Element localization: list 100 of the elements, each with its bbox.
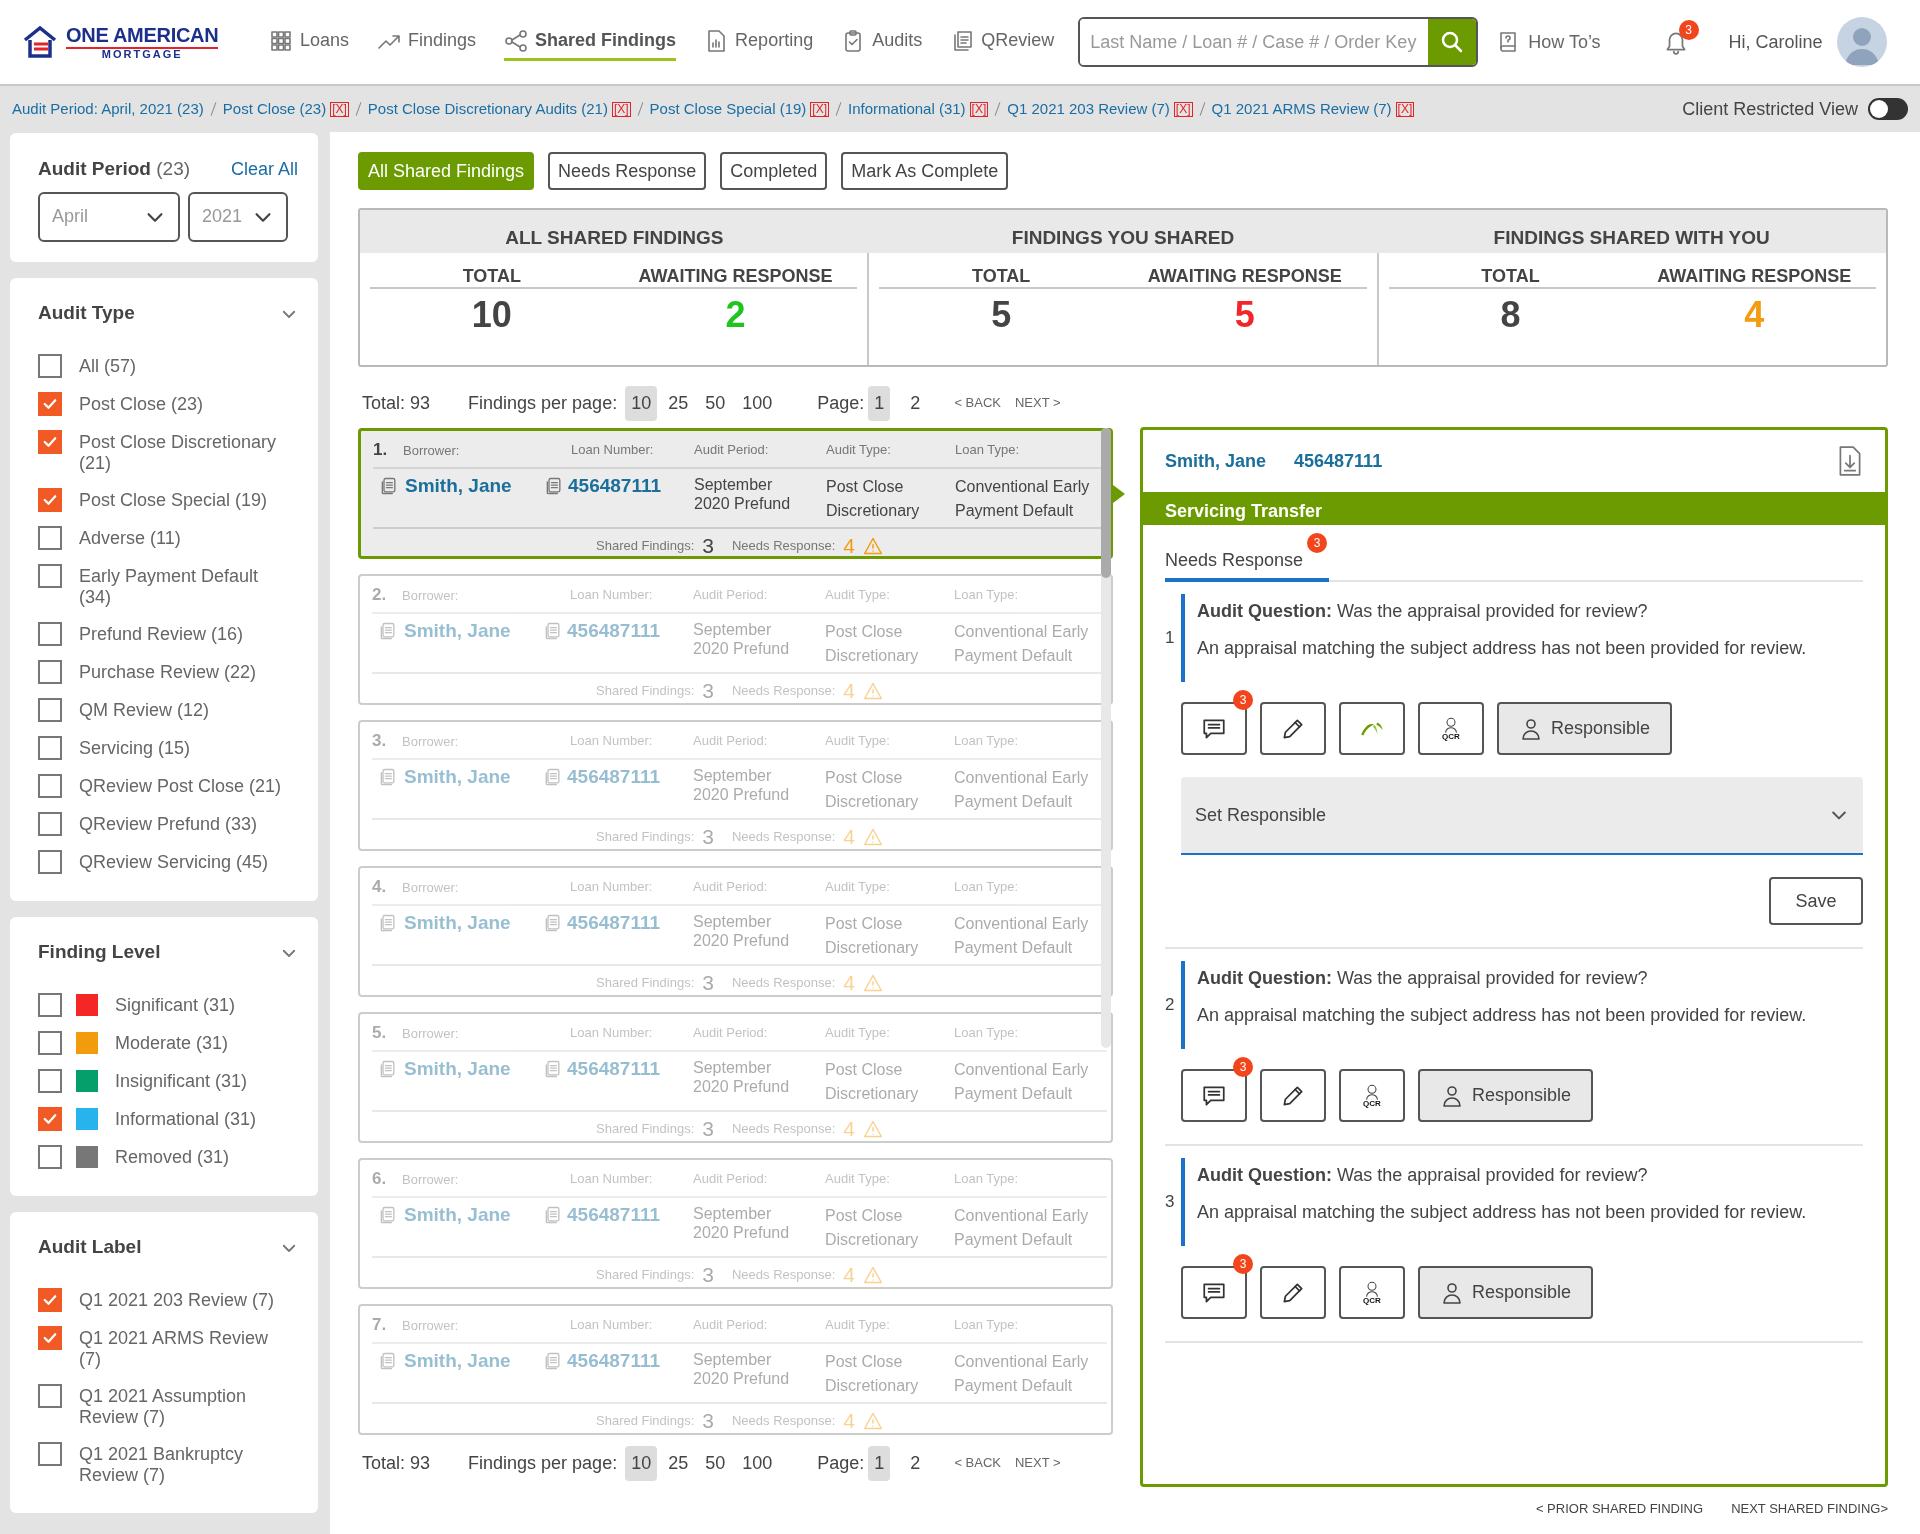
download-icon[interactable] [1837,445,1863,477]
borrower-link[interactable]: Smith, Jane [405,474,512,497]
checkbox[interactable] [38,429,62,454]
page-link[interactable]: 2 [904,1445,927,1481]
checkbox[interactable] [38,1030,62,1055]
checkbox[interactable] [38,621,62,646]
back-link[interactable]: < BACK [954,393,1001,413]
clear-all-link[interactable]: Clear All [230,155,298,183]
remove-filter-link[interactable]: [X] [810,101,830,117]
page-size-option[interactable]: 10 [625,1445,658,1481]
responsible-dropdown[interactable]: Set Responsible [1181,777,1863,855]
remove-filter-link[interactable]: [X] [330,101,349,117]
next-link[interactable]: NEXT SHARED FINDING> [1731,1499,1888,1519]
breadcrumb-link[interactable]: Audit Period: April, 2021 (23) [12,97,204,121]
prior-link[interactable]: < PRIOR SHARED FINDING [1535,1499,1704,1519]
checkbox[interactable] [38,773,62,798]
checkbox[interactable] [38,659,62,684]
nav-link[interactable]: Reporting [704,23,814,61]
breadcrumb-link[interactable]: Q1 2021 203 Review (7) [1007,97,1170,121]
nav-link[interactable]: QReview [950,23,1055,61]
page-size-option[interactable]: 50 [699,1445,732,1481]
nav-link[interactable]: Loans [269,23,350,61]
checkbox[interactable] [38,1441,62,1466]
qcr-button[interactable]: QCR [1339,1266,1405,1319]
breadcrumb-link[interactable]: Post Close Special (19) [649,97,807,121]
next-link[interactable]: NEXT > [1015,1453,1061,1473]
page-size-option[interactable]: 100 [736,385,779,421]
nav-link[interactable]: Findings [377,23,477,61]
remove-filter-link[interactable]: [X] [969,101,989,117]
remove-filter-link[interactable]: [X] [611,101,631,117]
back-link[interactable]: < BACK [954,1453,1001,1473]
nav-link[interactable]: Audits [841,23,923,61]
search-field[interactable]: Last Name / Loan # / Case # / Order Key [1078,17,1479,67]
scrollbar[interactable] [1101,428,1111,1048]
tab[interactable]: Mark As Complete [841,152,1009,190]
page-size-option[interactable]: 10 [625,385,658,421]
field-value: September 2020 Prefund [693,1057,791,1096]
checkbox[interactable] [38,849,62,874]
edit-button[interactable] [1260,702,1326,755]
comment-button[interactable] [1181,702,1247,755]
checkbox[interactable] [38,992,62,1017]
breadcrumb-link[interactable]: Post Close (23) [222,97,327,121]
finding-card[interactable] [358,428,1113,559]
avatar[interactable] [1836,17,1887,67]
breadcrumb-link[interactable]: Post Close Discretionary Audits (21) [367,97,608,121]
borrower-link[interactable]: Smith, Jane [1165,447,1267,475]
checkbox[interactable] [38,391,62,416]
page-link[interactable]: 1 [868,1445,891,1481]
checkbox[interactable] [38,487,62,512]
remove-filter-link[interactable]: [X] [1173,101,1193,117]
comment-button[interactable] [1181,1069,1247,1122]
checkbox[interactable] [38,1287,62,1312]
qcr-button[interactable]: QCR [1418,702,1484,755]
checkbox[interactable] [38,1144,62,1169]
breadcrumb-link[interactable]: Informational (31) [848,97,966,121]
comment-button[interactable] [1181,1266,1247,1319]
breadcrumb-link[interactable]: Q1 2021 ARMS Review (7) [1211,97,1392,121]
tab[interactable]: Needs Response [548,152,707,190]
checkbox[interactable] [38,697,62,722]
checkbox[interactable] [38,811,62,836]
page-size-option[interactable]: 100 [736,1445,779,1481]
logo-button[interactable] [1339,702,1405,755]
edit-button[interactable] [1260,1266,1326,1319]
nav-link[interactable]: Shared Findings [504,23,677,61]
field-label: Audit Period: [693,733,768,748]
responsible-button[interactable]: Responsible [1418,1069,1594,1122]
save-button[interactable]: Save [1769,877,1863,925]
month-select[interactable]: April [38,191,180,242]
loan-number-link[interactable]: 456487111 [1294,447,1383,475]
page-size-option[interactable]: 25 [662,385,695,421]
edit-button[interactable] [1260,1069,1326,1122]
tab[interactable]: All Shared Findings [358,152,535,190]
checkbox[interactable] [38,353,62,378]
help-link[interactable]: How To’s [1496,28,1601,56]
qcr-button[interactable]: QCR [1339,1069,1405,1122]
page-size-option[interactable]: 50 [699,385,732,421]
tab[interactable]: Completed [720,152,828,190]
checkbox[interactable] [38,525,62,550]
next-link[interactable]: NEXT > [1015,393,1061,413]
checkbox[interactable] [38,1383,62,1408]
checkbox[interactable] [38,735,62,760]
responsible-button[interactable]: Responsible [1497,702,1673,755]
page-link[interactable]: 2 [904,385,927,421]
remove-filter-link[interactable]: [X] [1395,101,1415,117]
loan-number-link[interactable]: 456487111 [568,474,661,497]
stats-heading: FINDINGS SHARED WITH YOU [1492,226,1771,250]
search-button[interactable] [1428,19,1477,65]
field-label: Audit Period: [693,879,768,894]
responsible-button[interactable]: Responsible [1418,1266,1594,1319]
checkbox[interactable] [38,563,62,588]
tab[interactable]: Needs Response 3 [1165,535,1330,582]
checkbox[interactable] [38,1106,62,1131]
stat-value: 5 [991,297,1012,333]
field-label: Audit Type: [825,733,890,748]
field-label: Audit Type: [825,1317,890,1332]
page-link[interactable]: 1 [868,385,891,421]
checkbox[interactable] [38,1068,62,1093]
toggle-switch[interactable] [1868,98,1908,120]
page-size-option[interactable]: 25 [662,1445,695,1481]
checkbox[interactable] [38,1325,62,1350]
